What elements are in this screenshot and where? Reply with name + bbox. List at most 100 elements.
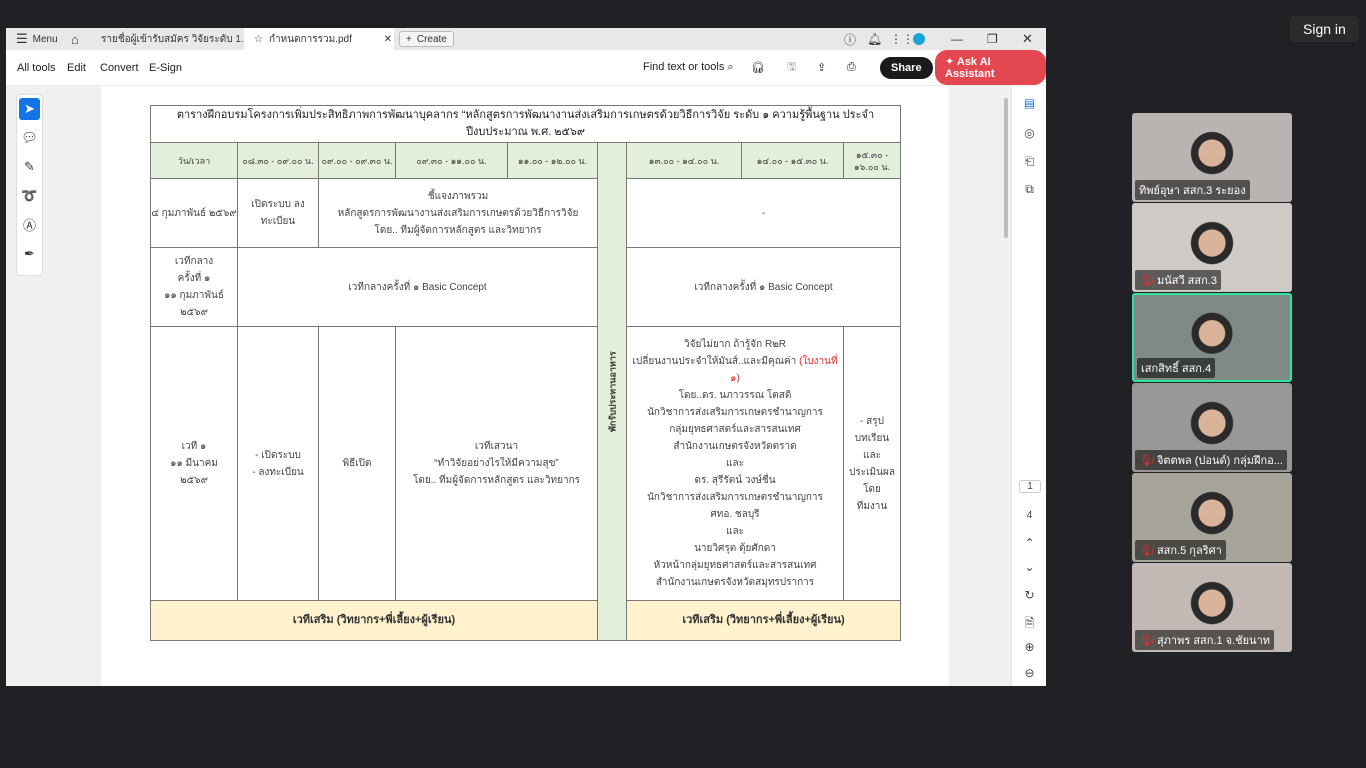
text: เวทีกลาง xyxy=(174,256,214,267)
esign-menu[interactable]: E-Sign xyxy=(149,62,182,74)
menu-button[interactable]: ☰ Menu xyxy=(16,28,58,50)
find-tools[interactable]: Find text or tools ⌕ xyxy=(643,61,734,74)
table-row: เวที ๑๑๑ มีนาคม๒๕๖๙ - เปิดระบบ - ลงทะเบีย… xyxy=(150,326,901,601)
minimize-icon[interactable]: — xyxy=(951,28,963,50)
save-icon[interactable]: 🖫 xyxy=(787,58,796,77)
copy-pages-icon[interactable]: ⧉ xyxy=(1012,182,1047,197)
sign-in-button[interactable]: Sign in xyxy=(1290,16,1359,42)
participant-tile[interactable]: 🎙︎̸ สุภาพร สสก.1 จ.ชัยนาท xyxy=(1132,563,1292,652)
table-row: ๔ กุมภาพันธ์ ๒๕๖๙ เปิดระบบ ลงทะเบียน ชี้… xyxy=(150,178,901,248)
text: ครั้งที่ ๑ xyxy=(177,273,211,284)
print-icon[interactable]: ⎙ xyxy=(847,61,856,74)
page-extract-icon[interactable]: 🗎 xyxy=(1012,614,1047,635)
bell-icon[interactable]: 🔔︎ xyxy=(867,28,882,50)
cell: - xyxy=(626,178,901,248)
text-select-icon[interactable]: Ⓐ xyxy=(17,210,42,239)
zoom-out-icon[interactable]: ⊖ xyxy=(1012,666,1047,680)
text: ดร. สุรีรัตน์ วงษ์ชื่น xyxy=(694,475,776,486)
headphones-icon[interactable]: 🎧︎ xyxy=(751,61,765,74)
fill-sign-icon[interactable]: ✒ xyxy=(17,239,42,268)
help-icon[interactable]: ⓘ xyxy=(844,28,856,50)
comment-icon[interactable]: 💬︎ xyxy=(17,123,42,152)
text: ๑๑ กุมภาพันธ์ xyxy=(164,290,224,301)
cell: วิจัยไม่ยาก ถ้ารู้จัก R๒R เปลี่ยนงานประจำ… xyxy=(626,326,844,601)
participant-tile[interactable]: 🎙︎̸ จิตตพล (ปอนด์) กลุ่มฝึกอ... xyxy=(1132,383,1292,472)
bookmarks-icon[interactable]: ⎗ xyxy=(1012,154,1047,169)
close-window-icon[interactable]: ✕ xyxy=(1022,28,1033,50)
select-pointer-icon[interactable]: ➤ xyxy=(19,98,40,120)
participant-name: 🎙︎̸ จิตตพล (ปอนด์) กลุ่มฝึกอ... xyxy=(1135,450,1287,470)
day-cell: เวที ๑๑๑ มีนาคม๒๕๖๙ xyxy=(150,326,238,601)
comments-icon[interactable]: ◎ xyxy=(1012,126,1047,140)
header-cell: ๑๕.๓๐ - ๑๖.๐๐ น. xyxy=(843,142,901,179)
plus-icon: + xyxy=(406,33,412,45)
upload-icon[interactable]: ⇪ xyxy=(817,61,826,74)
restore-icon[interactable]: ❐ xyxy=(987,28,998,50)
tab-bar: ☰ Menu ⌂ รายชื่อผู้เข้ารับสมัคร วิจัยระดั… xyxy=(6,28,1046,50)
page-total: 4 xyxy=(1026,510,1033,521)
cell: พิธีเปิด xyxy=(318,326,396,601)
avatar[interactable] xyxy=(913,28,925,50)
zoom-in-icon[interactable]: ⊕ xyxy=(1012,640,1047,654)
text: เวที ๑ xyxy=(181,441,207,452)
mic-muted-icon: 🎙︎̸ xyxy=(1139,545,1153,557)
text: กลุ่มยุทธศาสตร์และสารสนเทศ xyxy=(669,424,801,435)
header-cell: วัน/เวลา xyxy=(150,142,238,179)
text: บทเรียน xyxy=(854,432,890,444)
cell: เวทีเสริม (วิทยากร+พี่เลี้ยง+ผู้เรียน) xyxy=(626,600,901,641)
convert-menu[interactable]: Convert xyxy=(100,62,139,74)
text: - เปิดระบบ xyxy=(255,449,301,461)
close-tab-icon[interactable]: ✕ xyxy=(384,34,392,45)
participant-tile[interactable]: ทิพย์อุษา สสก.3 ระยอง xyxy=(1132,113,1292,202)
mic-muted-icon: 🎙︎̸ xyxy=(1139,455,1153,467)
scrollbar[interactable] xyxy=(1004,98,1008,238)
cell: เวทีกลางครั้งที่ ๑ Basic Concept xyxy=(237,247,598,327)
participant-tile[interactable]: 🎙︎̸ สสก.5 กุลริศา xyxy=(1132,473,1292,562)
cell: ชี้แจงภาพรวม หลักสูตรการพัฒนางานส่งเสริมก… xyxy=(318,178,598,248)
text: หัวหน้ากลุ่มยุทธศาสตร์และสารสนเทศ xyxy=(653,560,817,571)
all-tools-menu[interactable]: All tools xyxy=(17,62,56,74)
create-label: Create xyxy=(416,33,447,45)
chevron-down-icon[interactable]: ⌄ xyxy=(1012,560,1047,574)
share-button[interactable]: Share xyxy=(880,56,933,79)
name-text: ทิพย์อุษา สสก.3 ระยอง xyxy=(1139,185,1246,197)
document-viewer: ➤ 💬︎ ✎ ➰ Ⓐ ✒ ตารางฝึกอบรมโครงการเพิ่มประ… xyxy=(6,86,1046,686)
participant-name: 🎙︎̸ สุภาพร สสก.1 จ.ชัยนาท xyxy=(1135,630,1275,650)
home-icon[interactable]: ⌂ xyxy=(71,28,79,50)
draw-lasso-icon[interactable]: ➰ xyxy=(17,181,42,210)
acrobat-window: ☰ Menu ⌂ รายชื่อผู้เข้ารับสมัคร วิจัยระดั… xyxy=(6,28,1046,686)
name-text: จิตตพล (ปอนด์) กลุ่มฝึกอ... xyxy=(1156,455,1283,467)
text: โดย..ดร. นภาวรรณ โตสติ xyxy=(678,390,792,401)
create-button[interactable]: + Create xyxy=(399,31,454,47)
cell: เวทีเสริม (วิทยากร+พี่เลี้ยง+ผู้เรียน) xyxy=(150,600,598,641)
cell: เวทีเสวนา “ทำวิจัยอย่างไรให้มีความสุข” โดย… xyxy=(395,326,598,601)
text: ๑๑ มีนาคม xyxy=(170,458,218,469)
participant-tile[interactable]: เสกสิทธิ์ สสก.4 xyxy=(1132,293,1292,382)
find-label: Find text or tools xyxy=(643,61,725,73)
participant-name: 🎙︎̸ สสก.5 กุลริศา xyxy=(1135,540,1226,560)
edit-menu[interactable]: Edit xyxy=(67,62,86,74)
text: ๒๕๖๙ xyxy=(180,475,208,486)
tab-registrants[interactable]: รายชื่อผู้เข้ารับสมัคร วิจัยระดับ 1.pdf xyxy=(101,28,258,50)
tab-schedule[interactable]: ☆ กำหนดการรวม.pdf ✕ xyxy=(244,28,394,50)
name-text: สุภาพร สสก.1 จ.ชัยนาท xyxy=(1156,635,1271,647)
participant-tile[interactable]: 🎙︎̸ มนัสวี สสก.3 xyxy=(1132,203,1292,292)
header-cell: ๐๙.๓๐ - ๑๑.๐๐ น. xyxy=(395,142,508,179)
rotate-icon[interactable]: ↻ xyxy=(1012,588,1047,602)
text: ประเมินผล xyxy=(849,466,895,478)
text: หลักสูตรการพัฒนางานส่งเสริมการเกษตรด้วยว… xyxy=(337,207,579,219)
highlight-pen-icon[interactable]: ✎ xyxy=(17,152,42,181)
ai-summary-icon[interactable]: ▤ xyxy=(1012,96,1047,110)
page-number-input[interactable]: 1 xyxy=(1019,480,1041,493)
name-text: มนัสวี สสก.3 xyxy=(1156,275,1217,287)
chevron-up-icon[interactable]: ⌃ xyxy=(1012,536,1047,550)
mic-muted-icon: 🎙︎̸ xyxy=(1139,275,1153,287)
tab-label: กำหนดการรวม.pdf xyxy=(268,33,352,45)
ask-ai-button[interactable]: ✦ Ask AI Assistant xyxy=(935,50,1046,85)
text: - ลงทะเบียน xyxy=(252,466,304,478)
apps-grid-icon[interactable]: ⋮⋮ xyxy=(890,28,914,50)
day-cell: เวทีกลาง ครั้งที่ ๑๑๑ กุมภาพันธ์ ๒๕๖๙ xyxy=(150,247,238,327)
header-cell: ๑๔.๐๐ - ๑๕.๓๐ น. xyxy=(741,142,844,179)
header-cell: ๑๑.๐๐ - ๑๒.๐๐ น. xyxy=(507,142,598,179)
table-title: ตารางฝึกอบรมโครงการเพิ่มประสิทธิภาพการพั… xyxy=(150,105,901,143)
